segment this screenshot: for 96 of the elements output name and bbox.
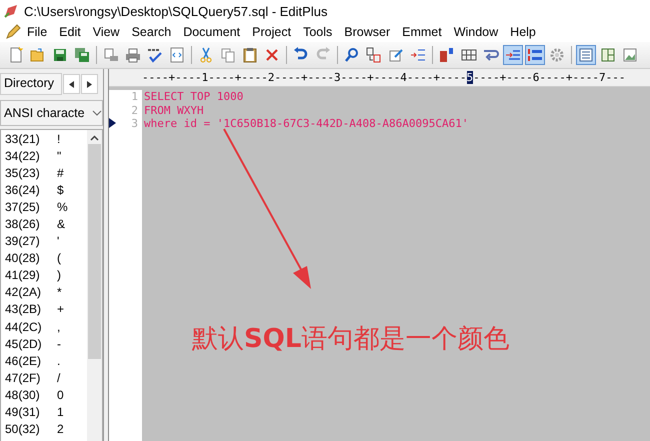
right-arrow-icon xyxy=(87,80,92,88)
line-number: 1 xyxy=(130,90,138,104)
menu-item[interactable]: Window xyxy=(448,25,504,39)
char-code: 42(2A) xyxy=(5,285,42,300)
pencil-window-icon xyxy=(388,47,404,63)
char-glyph: & xyxy=(57,217,66,232)
numbered-list-icon xyxy=(527,47,543,63)
chevron-up-icon xyxy=(90,135,99,141)
ruler: ----+----1----+----2----+----3----+----4----+---- xyxy=(142,71,467,84)
char-glyph: # xyxy=(57,166,64,180)
char-glyph: * xyxy=(57,285,62,300)
scroll-right-button[interactable] xyxy=(81,74,98,94)
char-glyph: ' xyxy=(57,234,60,248)
char-code: 43(2B) xyxy=(5,302,42,316)
menu-item[interactable]: Tools xyxy=(297,25,338,39)
goto-line-icon xyxy=(410,47,426,63)
char-code: 45(2D) xyxy=(5,336,43,351)
toolbar-button[interactable] xyxy=(72,45,92,65)
char-glyph: - xyxy=(57,336,61,351)
char-glyph: 0 xyxy=(57,388,64,402)
char-code: 33(21) xyxy=(5,132,41,146)
char-glyph: . xyxy=(57,354,60,368)
replace-icon xyxy=(366,47,382,63)
scissors-icon xyxy=(198,47,214,63)
pencil-icon xyxy=(5,24,21,40)
copy-icon xyxy=(220,47,236,63)
char-glyph: ! xyxy=(57,132,60,146)
char-glyph: , xyxy=(57,320,60,334)
char-code: 46(2E) xyxy=(5,354,42,368)
char-glyph: $ xyxy=(57,182,64,197)
code-line: where id = '1C650B18-67C3-442D-A408-A86A0095CA61' xyxy=(143,117,469,130)
char-code: 49(31) xyxy=(5,405,41,420)
char-code: 34(22) xyxy=(5,148,41,163)
settings-icon xyxy=(549,47,565,63)
scroll-left-button[interactable] xyxy=(63,74,80,94)
line-number: 3 xyxy=(130,117,138,130)
folder-icon xyxy=(30,47,46,63)
app-icon xyxy=(3,3,19,19)
chevron-down-icon xyxy=(92,110,102,116)
picture-icon xyxy=(622,47,638,63)
menu-item[interactable]: View xyxy=(86,25,126,39)
wrap-arrow-icon xyxy=(483,47,499,63)
ruler: ----+----6----+----7--- xyxy=(473,71,626,84)
line-number: 2 xyxy=(130,104,138,117)
char-code: 39(27) xyxy=(5,234,41,248)
char-glyph: / xyxy=(57,370,60,385)
new-file-icon xyxy=(8,47,24,63)
char-glyph: " xyxy=(57,148,62,163)
left-arrow-icon xyxy=(69,80,74,88)
annotation-text: 默认SQL语句都是一个颜色 xyxy=(192,323,510,356)
delete-x-icon xyxy=(264,47,280,63)
toolbar-button[interactable] xyxy=(503,45,523,65)
char-code: 50(32) xyxy=(5,422,41,436)
toolbar-button[interactable] xyxy=(576,45,596,65)
print-preview-icon xyxy=(103,47,119,63)
char-glyph: + xyxy=(57,302,64,316)
menu-item[interactable]: Help xyxy=(504,25,542,39)
charset-dropdown[interactable]: ANSI characte xyxy=(0,100,103,126)
char-code: 44(2C) xyxy=(5,320,43,334)
window-title: C:\Users\rongsy\Desktop\SQLQuery57.sql - EditPlus xyxy=(24,4,328,18)
char-glyph: 2 xyxy=(57,422,64,436)
char-glyph: % xyxy=(57,200,68,214)
check-mark-icon xyxy=(147,47,163,63)
char-glyph: ) xyxy=(57,268,61,282)
menu-item[interactable]: Document xyxy=(177,25,246,39)
code-line: SELECT TOP 1000 xyxy=(143,90,244,104)
menu-item[interactable]: Search xyxy=(126,25,178,39)
char-code: 40(28) xyxy=(5,251,41,266)
floppy-disks-icon xyxy=(74,47,90,63)
menu-item[interactable]: Browser xyxy=(338,25,396,39)
clipboard-icon xyxy=(242,47,258,63)
char-glyph: 1 xyxy=(57,405,64,420)
list-window-icon xyxy=(578,47,594,63)
char-code: 36(24) xyxy=(5,182,41,197)
char-glyph: ( xyxy=(57,251,61,266)
char-code: 47(2F) xyxy=(5,370,42,385)
char-code: 41(29) xyxy=(5,268,41,282)
font-size-icon xyxy=(439,47,455,63)
char-code: 37(25) xyxy=(5,200,41,214)
ruler-cursor-column: 5 xyxy=(466,71,474,84)
char-code: 48(30) xyxy=(5,388,41,402)
directory-tab[interactable]: Directory xyxy=(0,73,62,95)
toolbar-button[interactable] xyxy=(525,45,545,65)
menu-item[interactable]: Emmet xyxy=(396,25,448,39)
menu-item[interactable]: File xyxy=(21,25,54,39)
char-code: 35(23) xyxy=(5,166,41,180)
scrollbar[interactable] xyxy=(87,130,102,441)
char-code: 38(26) xyxy=(5,217,41,232)
menu-item[interactable]: Project xyxy=(246,25,298,39)
code-page-icon xyxy=(169,47,185,63)
code-line: FROM WXYH xyxy=(143,104,204,117)
grid-icon xyxy=(461,47,477,63)
search-icon xyxy=(344,47,360,63)
printer-icon xyxy=(125,47,141,63)
split-window-icon xyxy=(600,47,616,63)
menu-item[interactable]: Edit xyxy=(53,25,87,39)
